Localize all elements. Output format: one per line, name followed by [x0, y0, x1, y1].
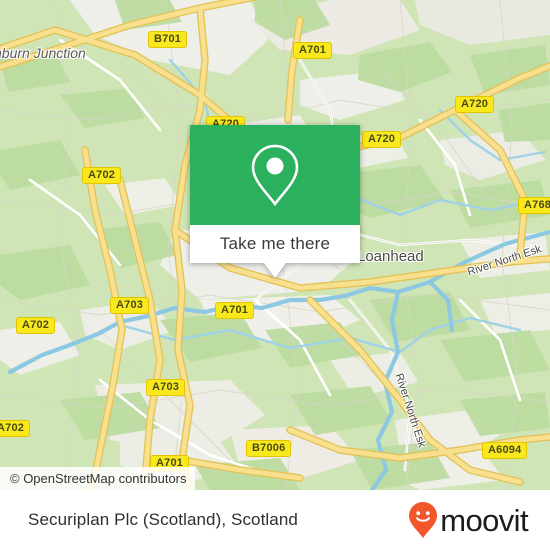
moovit-wordmark: moovit — [440, 502, 528, 538]
road-shield: A701 — [293, 42, 333, 59]
moovit-brand[interactable]: moovit — [408, 501, 529, 539]
map-pin-icon — [251, 144, 299, 207]
road-shield: B701 — [148, 31, 188, 48]
junction-label: nburn Junction — [0, 45, 86, 61]
map-attribution[interactable]: © OpenStreetMap contributors — [0, 467, 195, 490]
road-shield: B7006 — [246, 440, 292, 457]
location-popup[interactable]: Take me there — [190, 125, 360, 278]
map-canvas[interactable]: B701 A701 A720 A720 A720 A702 A768 A703 … — [0, 0, 550, 490]
place-label-loanhead: Loanhead — [357, 248, 424, 265]
road-shield: A703 — [110, 297, 150, 314]
road-shield: A720 — [455, 96, 495, 113]
popup-icon-panel — [190, 125, 360, 225]
road-shield: A720 — [362, 131, 402, 148]
popup-cta-panel[interactable]: Take me there — [190, 225, 360, 263]
road-shield: A6094 — [482, 442, 528, 459]
road-shield: A702 — [0, 420, 31, 437]
location-title: Securiplan Plc (Scotland), Scotland — [28, 510, 298, 529]
road-shield: A701 — [215, 302, 255, 319]
map-screenshot: B701 A701 A720 A720 A720 A702 A768 A703 … — [0, 0, 550, 550]
attribution-text: © OpenStreetMap contributors — [10, 471, 187, 486]
road-shield: A702 — [82, 167, 122, 184]
footer-bar: Securiplan Plc (Scotland), Scotland moov… — [0, 490, 550, 550]
road-shield: A703 — [146, 379, 186, 396]
road-shield: A702 — [16, 317, 56, 334]
take-me-there-label: Take me there — [219, 234, 331, 253]
moovit-smiley-pin-icon — [409, 502, 438, 538]
popup-tail — [264, 263, 286, 278]
road-shield: A768 — [518, 197, 550, 214]
